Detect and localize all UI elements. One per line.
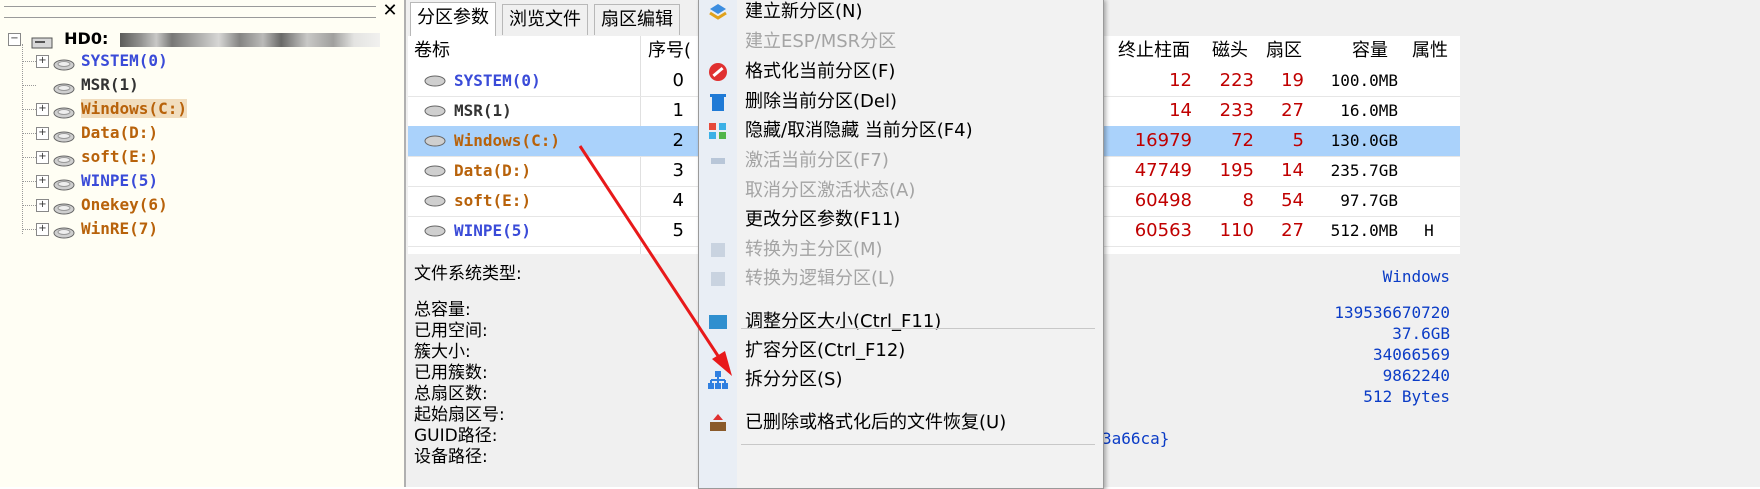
red-arrow-annotation [578,145,732,376]
